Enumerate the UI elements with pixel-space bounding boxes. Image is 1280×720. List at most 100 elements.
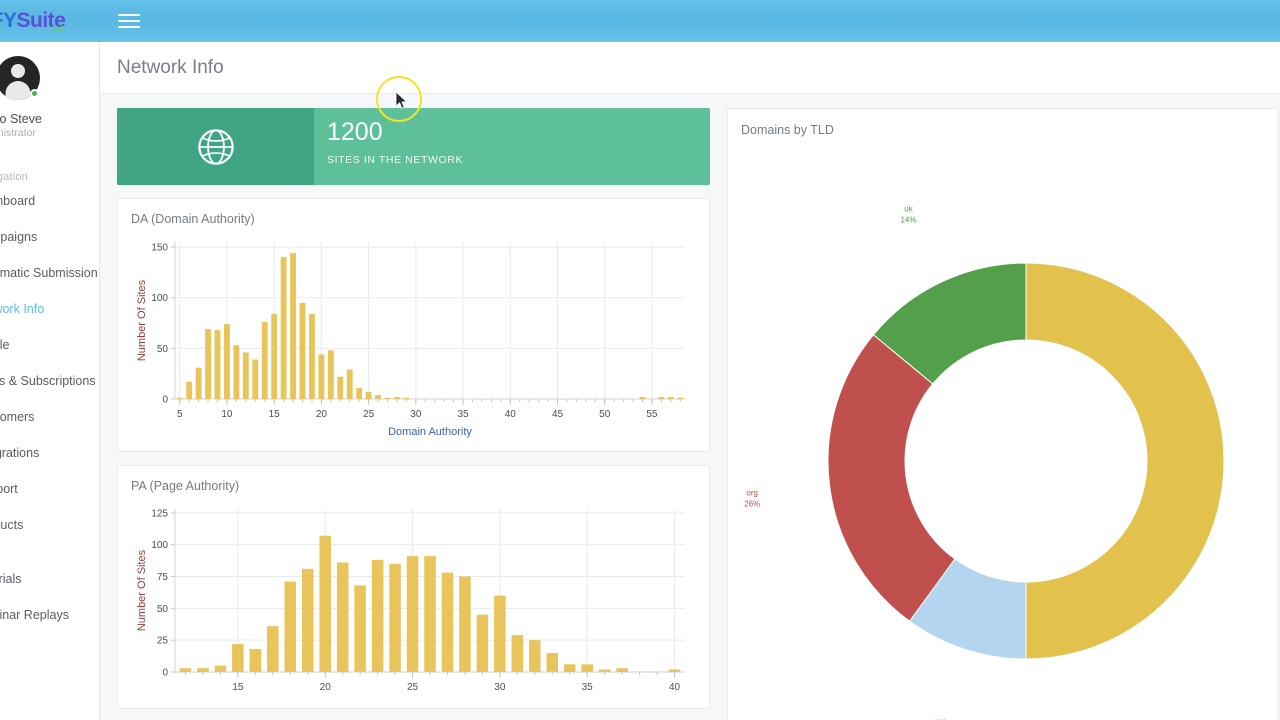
- svg-text:0: 0: [162, 668, 168, 679]
- svg-text:125: 125: [151, 508, 168, 519]
- brand-version: 5.0: [52, 24, 65, 34]
- pa-chart-area: 0 25 50 75 100 125 15 20 25 30 35 40 Number Of Sites: [131, 497, 696, 702]
- right-column: Domains by TLD net10%org26%uk14%: [727, 108, 1279, 720]
- sidebar-item-tutorials[interactable]: Tutorials: [0, 561, 99, 597]
- sidebar-profile: Hello Steve Administrator: [0, 42, 99, 149]
- svg-text:50: 50: [157, 604, 169, 615]
- bar: [280, 257, 287, 399]
- da-chart-area: 0 50 100 150 5 10 15 20 25 30 35 40 45 50 55 Number Of …: [131, 230, 696, 445]
- bar: [318, 354, 325, 399]
- bar: [476, 614, 489, 672]
- greeting-text: Hello Steve: [0, 112, 42, 126]
- sidebar-item-label: Plans & Subscriptions: [0, 374, 96, 388]
- sidebar-item-label: Automatic Submission: [0, 266, 98, 280]
- sidebar-item-campaigns[interactable]: Campaigns: [0, 219, 99, 255]
- bar: [677, 397, 684, 399]
- bar: [365, 391, 372, 399]
- sidebar-item-support[interactable]: Support: [0, 471, 99, 507]
- donut-label-percent: 14%: [900, 215, 916, 224]
- bar: [224, 324, 230, 399]
- bar: [424, 556, 436, 672]
- x-axis-title: Domain Authority: [388, 426, 472, 438]
- svg-text:35: 35: [457, 409, 469, 420]
- svg-text:5: 5: [177, 409, 183, 420]
- hamburger-icon[interactable]: [118, 12, 140, 30]
- sidebar-item-network-info[interactable]: Network Info: [0, 291, 99, 327]
- sidebar-item-label: Dashboard: [0, 194, 36, 208]
- svg-text:10: 10: [221, 409, 233, 420]
- bar: [563, 664, 576, 672]
- svg-text:45: 45: [552, 409, 564, 420]
- brand-logo[interactable]: DFYSuite 5.0: [0, 0, 100, 42]
- bar: [233, 345, 240, 399]
- pa-histogram-chart[interactable]: 0 25 50 75 100 125 15 20 25 30 35 40 Number Of Sites: [131, 497, 697, 702]
- bar: [354, 585, 366, 672]
- stat-icon-box: [117, 108, 314, 185]
- sidebar-item-customers[interactable]: Customers: [0, 399, 99, 435]
- pa-chart-card: PA (Page Authority) 0 25 50 75 100 125 15 20 25 3…: [117, 465, 710, 709]
- bar: [214, 330, 221, 399]
- sidebar-item-products[interactable]: Products: [0, 507, 99, 543]
- bar: [406, 556, 419, 672]
- bar: [327, 350, 334, 399]
- sidebar-item-integrations[interactable]: Integrations: [0, 435, 99, 471]
- bar: [176, 397, 183, 399]
- bar: [384, 397, 391, 399]
- tld-card-title: Domains by TLD: [741, 123, 834, 137]
- bar: [309, 313, 315, 399]
- bar: [336, 562, 349, 672]
- bar: [581, 664, 593, 672]
- bar: [668, 669, 681, 672]
- bar: [403, 397, 410, 399]
- app-root: DFYSuite 5.0 Hello Steve Administrator N…: [0, 0, 1280, 720]
- bar: [511, 635, 524, 672]
- top-bar: DFYSuite 5.0: [0, 0, 1280, 42]
- bar: [375, 394, 381, 399]
- sidebar-item-label: Profile: [0, 338, 10, 352]
- online-status-dot: [30, 89, 39, 98]
- da-histogram-chart[interactable]: 0 50 100 150 5 10 15 20 25 30 35 40 45 50 55 Number Of …: [131, 230, 697, 445]
- y-axis-title: Number Of Sites: [136, 549, 148, 631]
- sidebar-item-automatic-submission[interactable]: Automatic Submission: [0, 255, 99, 291]
- y-axis-title: Number Of Sites: [136, 279, 148, 361]
- svg-text:20: 20: [320, 682, 332, 693]
- sidebar-item-label: Network Info: [0, 302, 45, 316]
- sidebar-item-label: Products: [0, 518, 24, 532]
- svg-text:20: 20: [316, 409, 328, 420]
- domains-by-tld-donut[interactable]: net10%org26%uk14%: [741, 141, 1267, 720]
- bar: [284, 581, 297, 672]
- donut-label-name: net: [935, 716, 947, 720]
- stat-label: SITES IN THE NETWORK: [327, 154, 464, 167]
- avatar[interactable]: [0, 56, 40, 100]
- sidebar-item-plans-subscriptions[interactable]: Plans & Subscriptions: [0, 363, 99, 399]
- main-content: Network Info 1200 SITES IN THE NETWORK D…: [100, 42, 1280, 720]
- svg-text:25: 25: [157, 636, 169, 647]
- content-area: 1200 SITES IN THE NETWORK DA (Domain Aut…: [100, 94, 1280, 720]
- bar: [195, 367, 202, 399]
- bar: [267, 626, 279, 672]
- sidebar: Hello Steve Administrator Navigation Das…: [0, 42, 100, 720]
- sidebar-item-profile[interactable]: Profile: [0, 327, 99, 363]
- hamburger-bar: [118, 20, 140, 22]
- bar: [389, 563, 401, 672]
- sidebar-item-webinar-replays[interactable]: Webinar Replays: [0, 597, 99, 633]
- sidebar-item-label: Campaigns: [0, 230, 38, 244]
- svg-text:15: 15: [232, 682, 244, 693]
- bar: [319, 535, 331, 672]
- bar: [616, 668, 628, 672]
- role-text: Administrator: [0, 127, 36, 139]
- da-chart-card: DA (Domain Authority) 0 50 100 150 5 10 15 20 25…: [117, 198, 710, 452]
- bar: [271, 313, 278, 399]
- bar: [529, 640, 541, 672]
- stat-value: 1200: [327, 118, 383, 146]
- sidebar-item-label: Tutorials: [0, 572, 22, 586]
- svg-text:15: 15: [269, 409, 281, 420]
- bar: [249, 649, 262, 672]
- globe-icon: [197, 128, 234, 165]
- sites-stat-banner: 1200 SITES IN THE NETWORK: [117, 108, 710, 185]
- sidebar-item-dashboard[interactable]: Dashboard: [0, 183, 99, 219]
- pa-card-title: PA (Page Authority): [131, 479, 240, 493]
- svg-text:100: 100: [151, 293, 168, 304]
- sidebar-item-label: Support: [0, 482, 18, 496]
- bar: [179, 668, 192, 672]
